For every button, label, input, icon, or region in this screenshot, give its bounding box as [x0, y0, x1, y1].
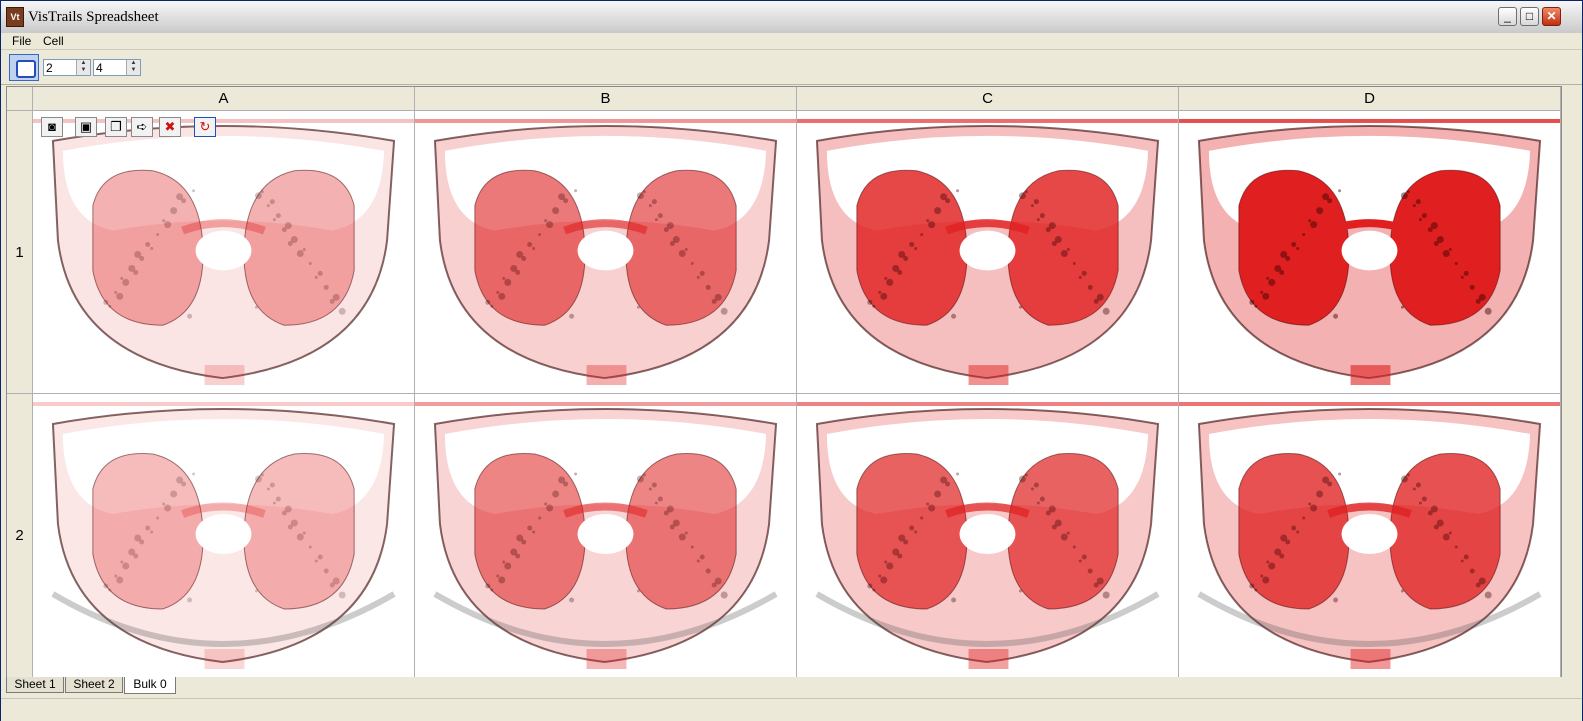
- lung-render-d1: [1179, 118, 1560, 386]
- refresh-icon[interactable]: ↻: [194, 117, 216, 137]
- lung-render-b2: [415, 402, 796, 669]
- lung-render-d2: [1179, 402, 1560, 669]
- cell-b2[interactable]: [415, 394, 797, 678]
- column-header-b[interactable]: B: [415, 87, 797, 111]
- column-count-spinbox[interactable]: ▲▼: [93, 59, 141, 76]
- row-header-2[interactable]: 2: [7, 394, 33, 678]
- lung-render-a2: [33, 402, 414, 669]
- lung-render-b1: [415, 118, 796, 386]
- row-header-1[interactable]: 1: [7, 111, 33, 394]
- cell-d2[interactable]: [1179, 394, 1561, 678]
- spreadsheet-window: Vt VisTrails Spreadsheet _ □ ✕ File Cell…: [0, 0, 1583, 721]
- cell-a1[interactable]: ◙ ▣ ❐ ➪ ✖ ↻: [33, 111, 415, 394]
- menu-file[interactable]: File: [12, 33, 31, 49]
- grid-corner[interactable]: [7, 87, 33, 111]
- fit-window-icon: [16, 60, 36, 78]
- camera-icon[interactable]: ◙: [41, 117, 63, 137]
- lung-render-c2: [797, 402, 1178, 669]
- delete-icon[interactable]: ✖: [159, 117, 181, 137]
- copy-icon[interactable]: ❐: [105, 117, 127, 137]
- cell-c2[interactable]: [797, 394, 1179, 678]
- tab-bulk-0[interactable]: Bulk 0: [124, 677, 176, 694]
- title-bar[interactable]: Vt VisTrails Spreadsheet _ □ ✕: [1, 1, 1582, 34]
- lung-render-a1: [33, 118, 414, 386]
- tab-sheet-2[interactable]: Sheet 2: [65, 677, 123, 693]
- spin-arrows-icon[interactable]: ▲ ▼: [76, 60, 90, 75]
- close-button[interactable]: ✕: [1542, 7, 1561, 26]
- cell-a2[interactable]: [33, 394, 415, 678]
- window-title: VisTrails Spreadsheet: [28, 9, 159, 25]
- sheet-tab-bar: Sheet 1 Sheet 2 Bulk 0: [1, 677, 1582, 697]
- lung-render-c1: [797, 118, 1178, 386]
- column-count-input[interactable]: [94, 60, 128, 75]
- column-header-d[interactable]: D: [1179, 87, 1561, 111]
- menu-bar: File Cell: [1, 33, 1582, 50]
- minimize-button[interactable]: _: [1498, 7, 1517, 26]
- status-bar: [1, 698, 1582, 721]
- maximize-button[interactable]: □: [1520, 7, 1539, 26]
- save-image-icon[interactable]: ▣: [75, 117, 97, 137]
- spin-arrows-icon[interactable]: ▲ ▼: [126, 60, 140, 75]
- toolbar: ▲▼ ▲▼: [1, 50, 1582, 85]
- row-count-spinbox[interactable]: ▲▼: [43, 59, 91, 76]
- column-header-a[interactable]: A: [33, 87, 415, 111]
- cell-d1[interactable]: [1179, 111, 1561, 394]
- fit-to-window-button[interactable]: [9, 54, 39, 81]
- cell-c1[interactable]: [797, 111, 1179, 394]
- tab-sheet-1[interactable]: Sheet 1: [6, 677, 64, 693]
- app-icon: Vt: [6, 7, 24, 27]
- menu-cell[interactable]: Cell: [43, 33, 64, 49]
- export-icon[interactable]: ➪: [131, 117, 153, 137]
- spreadsheet-grid: A B C D 1 2 ◙ ▣ ❐ ➪ ✖ ↻: [6, 86, 1562, 679]
- row-count-input[interactable]: [44, 60, 78, 75]
- column-header-c[interactable]: C: [797, 87, 1179, 111]
- cell-b1[interactable]: [415, 111, 797, 394]
